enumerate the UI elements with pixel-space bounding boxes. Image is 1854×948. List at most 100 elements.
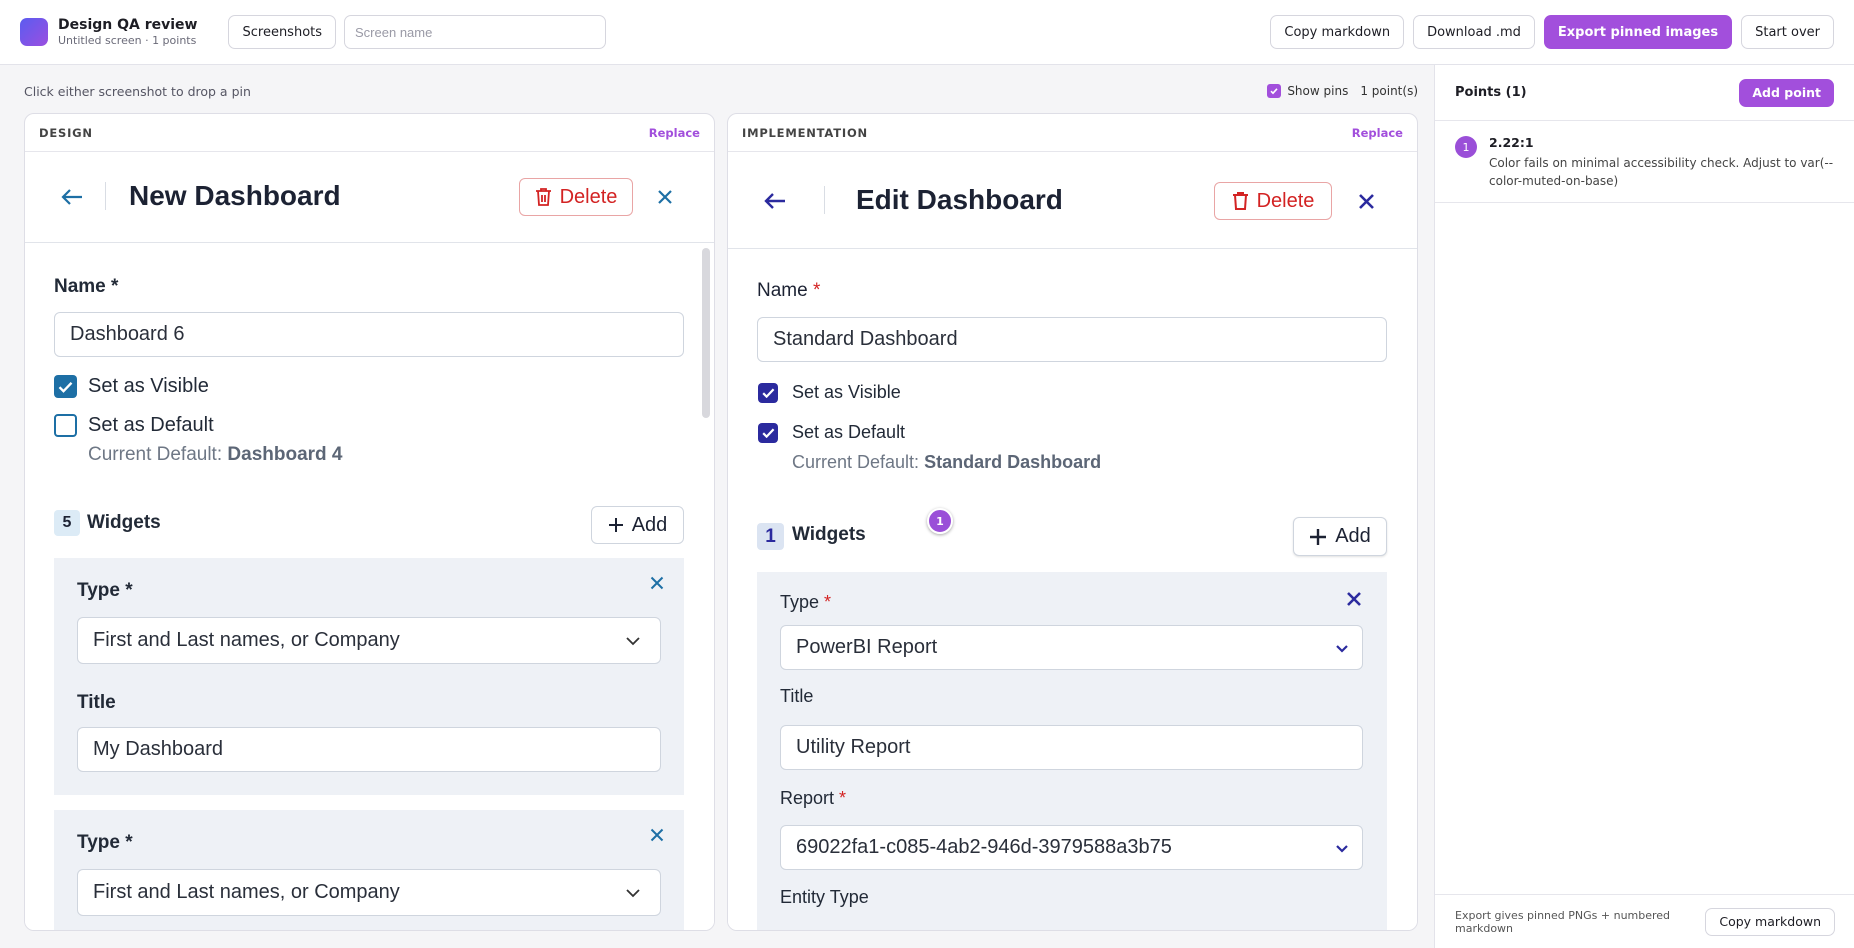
- widget-type-label: Type *: [77, 832, 133, 853]
- widget-type-select[interactable]: First and Last names, or Company: [77, 869, 661, 916]
- app-title: Design QA review: [58, 17, 198, 33]
- entity-type-label: Entity Type: [780, 887, 869, 907]
- design-screenshot[interactable]: New Dashboard Delete Name * Dashboard 6 …: [25, 152, 714, 930]
- widget-type-label-text: Type: [780, 592, 820, 612]
- current-default-value: Standard Dashboard: [924, 452, 1102, 472]
- trash-icon: [1232, 192, 1248, 210]
- points-panel-header: Points (1) Add point: [1435, 65, 1854, 121]
- download-md-button[interactable]: Download .md: [1413, 15, 1535, 49]
- close-icon[interactable]: [657, 189, 673, 205]
- point-item[interactable]: 1 2.22:1 Color fails on minimal accessib…: [1435, 121, 1854, 203]
- toolbar-actions: Copy markdown Download .md Export pinned…: [1270, 15, 1834, 49]
- implementation-panel-header: IMPLEMENTATION Replace: [728, 114, 1417, 152]
- point-body: Color fails on minimal accessibility che…: [1489, 156, 1834, 188]
- implementation-screenshot[interactable]: Edit Dashboard Delete Name * Standard Da…: [728, 152, 1417, 930]
- impl-page-title: Edit Dashboard: [856, 184, 1063, 215]
- design-panel: DESIGN Replace New Dashboard Delete Name…: [24, 113, 715, 931]
- add-label: Add: [631, 513, 668, 536]
- close-icon[interactable]: [1358, 193, 1375, 210]
- design-screen-header: New Dashboard Delete: [25, 152, 714, 243]
- chevron-down-icon: [1336, 645, 1348, 653]
- point-content: 2.22:1 Color fails on minimal accessibil…: [1489, 135, 1834, 190]
- default-label: Set as Default: [88, 414, 214, 436]
- visible-checkbox[interactable]: [758, 383, 778, 403]
- name-input-value: Dashboard 6: [70, 323, 185, 345]
- screenshots-button[interactable]: Screenshots: [228, 15, 337, 49]
- widget-title-input[interactable]: Utility Report: [780, 725, 1363, 770]
- widget-title-value: My Dashboard: [93, 738, 224, 760]
- widgets-heading: Widgets: [87, 512, 161, 533]
- check-icon: [1270, 88, 1278, 95]
- widget-title-label: Title: [780, 686, 814, 706]
- widgets-heading: Widgets: [792, 524, 866, 545]
- visible-checkbox[interactable]: [54, 375, 77, 398]
- report-label-text: Report: [780, 788, 835, 808]
- design-panel-header: DESIGN Replace: [25, 114, 714, 152]
- check-icon: [761, 428, 774, 438]
- check-icon: [761, 388, 774, 398]
- default-label: Set as Default: [792, 422, 906, 442]
- default-checkbox[interactable]: [758, 423, 778, 443]
- widget-title-label: Title: [77, 692, 116, 713]
- design-scrollbar[interactable]: [702, 248, 710, 418]
- delete-label: Delete: [559, 185, 618, 208]
- widget-type-label: Type *: [780, 592, 831, 613]
- remove-widget-icon[interactable]: [650, 576, 664, 590]
- widget-type-value: PowerBI Report: [796, 636, 938, 658]
- export-pinned-images-button[interactable]: Export pinned images: [1543, 15, 1733, 49]
- remove-widget-icon[interactable]: [650, 828, 664, 842]
- app-logo: [20, 18, 48, 46]
- design-panel-title: DESIGN: [39, 125, 93, 140]
- top-bar: Design QA review Untitled screen · 1 poi…: [0, 0, 1854, 65]
- point-number: 1: [1455, 136, 1477, 158]
- pin-controls: Show pins 1 point(s): [1267, 84, 1418, 98]
- impl-delete-button[interactable]: Delete: [1214, 182, 1332, 220]
- design-replace-link[interactable]: Replace: [649, 126, 700, 140]
- current-default-text: Current Default: Standard Dashboard: [792, 452, 1101, 473]
- widget-title-value: Utility Report: [796, 736, 911, 758]
- widget-count-badge: 5: [54, 510, 80, 536]
- back-arrow-icon[interactable]: [764, 192, 786, 210]
- show-pins-checkbox[interactable]: [1267, 84, 1282, 98]
- show-pins-label: Show pins: [1287, 84, 1349, 98]
- show-pins-toggle[interactable]: Show pins: [1267, 84, 1348, 98]
- widget-type-value: First and Last names, or Company: [93, 629, 400, 651]
- add-point-button[interactable]: Add point: [1739, 78, 1834, 107]
- add-label: Add: [1335, 525, 1371, 547]
- hint-row: Click either screenshot to drop a pin Sh…: [24, 81, 1418, 101]
- report-value: 69022fa1-c085-4ab2-946d-3979588a3b75: [796, 836, 1172, 858]
- widget-type-label: Type *: [77, 580, 133, 601]
- name-input[interactable]: Dashboard 6: [54, 312, 684, 357]
- widget-type-select[interactable]: PowerBI Report: [780, 625, 1363, 670]
- report-select[interactable]: 69022fa1-c085-4ab2-946d-3979588a3b75: [780, 825, 1363, 870]
- required-asterisk: *: [839, 788, 847, 808]
- app-title-block: Design QA review Untitled screen · 1 poi…: [58, 16, 197, 48]
- points-panel: Points (1) Add point 1 2.22:1 Color fail…: [1434, 65, 1854, 948]
- add-widget-button[interactable]: Add: [1293, 517, 1387, 556]
- chevron-down-icon: [626, 637, 640, 646]
- chevron-down-icon: [626, 889, 640, 898]
- plus-icon: [608, 518, 623, 532]
- required-asterisk: *: [824, 592, 832, 612]
- widget-title-input[interactable]: My Dashboard: [77, 727, 661, 772]
- copy-markdown-button[interactable]: Copy markdown: [1270, 15, 1405, 49]
- export-hint: Export gives pinned PNGs + numbered mark…: [1455, 908, 1671, 935]
- add-widget-button[interactable]: Add: [591, 506, 684, 544]
- back-arrow-icon[interactable]: [61, 188, 83, 206]
- implementation-panel-title: IMPLEMENTATION: [742, 125, 868, 140]
- chevron-down-icon: [1336, 845, 1348, 853]
- default-checkbox[interactable]: [54, 414, 77, 437]
- visible-label: Set as Visible: [792, 382, 901, 402]
- footer-copy-markdown-button[interactable]: Copy markdown: [1705, 907, 1835, 936]
- widget-type-select[interactable]: First and Last names, or Company: [77, 617, 661, 664]
- screen-name-input[interactable]: [344, 15, 607, 49]
- current-default-prefix: Current Default:: [792, 452, 920, 472]
- name-input[interactable]: Standard Dashboard: [757, 317, 1387, 362]
- app-subtitle: Untitled screen · 1 points: [58, 34, 197, 47]
- design-delete-button[interactable]: Delete: [519, 178, 633, 216]
- name-label: Name *: [757, 280, 820, 302]
- annotation-pin[interactable]: 1: [927, 508, 953, 534]
- start-over-button[interactable]: Start over: [1741, 15, 1834, 49]
- implementation-replace-link[interactable]: Replace: [1352, 126, 1403, 140]
- remove-widget-icon[interactable]: [1346, 591, 1362, 607]
